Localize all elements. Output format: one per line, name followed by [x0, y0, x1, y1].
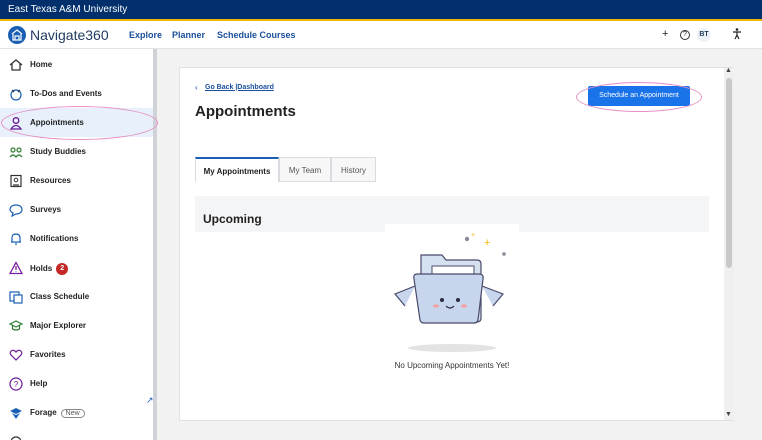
heart-icon — [9, 349, 23, 361]
tab-history[interactable]: History — [331, 157, 376, 182]
sidebar-item-home[interactable]: Home — [0, 50, 153, 79]
schedule-button-highlight-oval — [576, 82, 702, 112]
todos-icon — [10, 89, 22, 101]
accessibility-icon[interactable] — [732, 28, 742, 43]
sidebar-item-label: To-Dos and Events — [30, 89, 102, 98]
svg-text:+: + — [471, 232, 475, 239]
external-link-icon[interactable]: ↗ — [146, 395, 154, 406]
help-icon[interactable]: ? — [680, 30, 690, 40]
nav-link-planner[interactable]: Planner — [172, 30, 205, 40]
page-title: Appointments — [195, 103, 296, 120]
home-icon — [9, 59, 23, 71]
graduation-cap-icon — [9, 320, 23, 331]
empty-folder-illustration: + + — [385, 224, 519, 354]
resources-icon — [10, 174, 22, 188]
sidebar-item-class-schedule[interactable]: Class Schedule — [0, 282, 153, 311]
forage-label: Forage — [30, 408, 57, 417]
sidebar-item-holds[interactable]: Holds 2 — [0, 253, 153, 282]
scroll-down-icon[interactable]: ▼ — [725, 411, 732, 418]
class-schedule-icon — [9, 291, 23, 304]
sidebar-item-forage[interactable]: Forage New — [0, 398, 153, 427]
nav-link-schedule-courses[interactable]: Schedule Courses — [217, 30, 296, 40]
sidebar-item-label: Holds 2 — [30, 263, 69, 275]
user-avatar[interactable]: BT — [697, 28, 711, 42]
sidebar-item-todos[interactable]: To-Dos and Events — [0, 79, 153, 108]
scroll-thumb[interactable] — [726, 78, 732, 268]
forage-icon — [10, 408, 22, 419]
navigate-logo-icon[interactable] — [8, 26, 26, 44]
partial-item-icon — [10, 436, 22, 440]
sidebar-item-resources[interactable]: Resources — [0, 166, 153, 195]
help-circle-icon: ? — [9, 377, 23, 391]
holds-label: Holds — [30, 264, 53, 274]
sidebar-item-label: Home — [30, 60, 53, 69]
main-header: Navigate360 Explore Planner Schedule Cou… — [0, 21, 762, 49]
plus-icon[interactable]: + — [662, 28, 668, 40]
surveys-icon — [9, 204, 23, 217]
sidebar-item-favorites[interactable]: Favorites — [0, 340, 153, 369]
nav-link-explore[interactable]: Explore — [129, 30, 162, 40]
chevron-left-icon[interactable]: ‹ — [195, 83, 198, 92]
sidebar-item-study-buddies[interactable]: Study Buddies — [0, 137, 153, 166]
svg-text:?: ? — [14, 380, 19, 389]
study-buddies-icon — [9, 147, 23, 158]
warning-icon — [9, 261, 23, 275]
sidebar-item-partial[interactable] — [0, 427, 153, 440]
sidebar-item-label: Resources — [30, 176, 71, 185]
new-pill: New — [60, 409, 85, 418]
appointments-highlight-oval — [1, 106, 158, 140]
sidebar-item-label: Notifications — [30, 234, 79, 243]
sidebar-item-label: Major Explorer — [30, 321, 87, 330]
sidebar-item-major-explorer[interactable]: Major Explorer — [0, 311, 153, 340]
go-back-link[interactable]: Go Back |Dashboard — [205, 84, 274, 91]
sidebar-item-help[interactable]: ? Help — [0, 369, 153, 398]
sidebar-item-label: Surveys — [30, 205, 62, 214]
sidebar-item-label: Favorites — [30, 350, 66, 359]
sidebar-item-surveys[interactable]: Surveys — [0, 195, 153, 224]
institution-name: East Texas A&M University — [8, 4, 128, 15]
scroll-up-icon[interactable]: ▲ — [725, 67, 732, 74]
empty-state-message: No Upcoming Appointments Yet! — [394, 361, 510, 370]
tab-my-team[interactable]: My Team — [279, 157, 331, 182]
sidebar-item-label: Class Schedule — [30, 292, 90, 301]
holds-count-badge: 2 — [56, 263, 69, 275]
bell-icon — [11, 233, 21, 245]
sidebar-item-notifications[interactable]: Notifications — [0, 224, 153, 253]
svg-text:+: + — [484, 237, 490, 249]
sidebar-item-label: Help — [30, 379, 48, 388]
tab-my-appointments[interactable]: My Appointments — [195, 157, 279, 182]
brand-name[interactable]: Navigate360 — [30, 27, 109, 43]
sidebar-item-label: Forage New — [30, 408, 85, 418]
sidebar-item-label: Study Buddies — [30, 147, 87, 156]
section-title: Upcoming — [203, 212, 262, 226]
institution-bar: East Texas A&M University — [0, 0, 762, 21]
